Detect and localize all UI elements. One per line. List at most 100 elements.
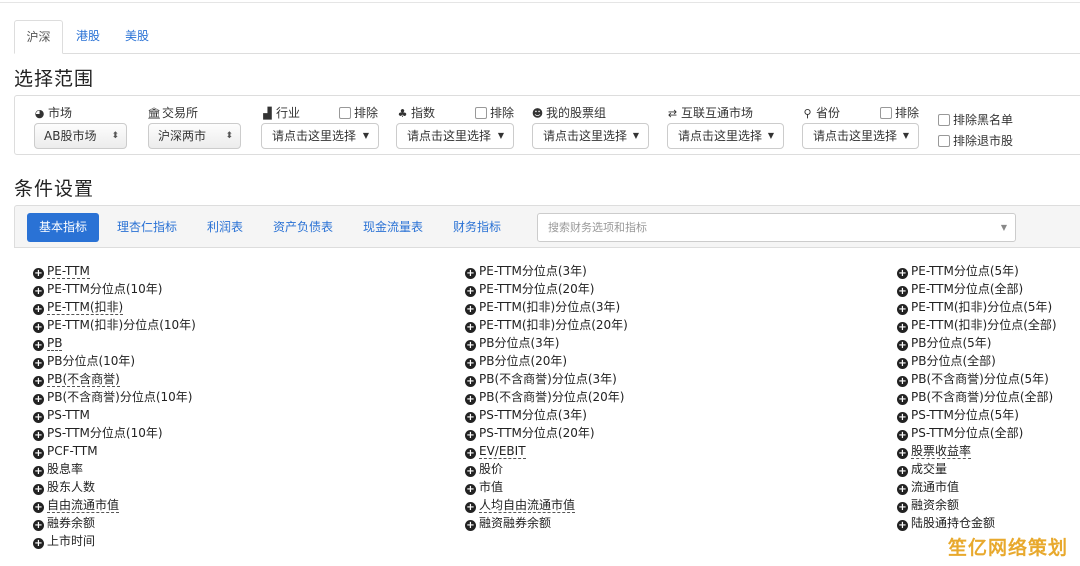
indicator-item[interactable]: + 人均自由流通市值 (465, 496, 628, 514)
indicator-item[interactable]: + 陆股通持仓金额 (897, 514, 1057, 532)
plus-circle-icon[interactable]: + (465, 286, 476, 297)
industry-exclude[interactable]: 排除 (339, 104, 378, 121)
plus-circle-icon[interactable]: + (33, 430, 44, 441)
indicator-item[interactable]: + 市值 (465, 478, 628, 496)
indicator-item[interactable]: + PS-TTM分位点(全部) (897, 424, 1057, 442)
province-exclude[interactable]: 排除 (880, 104, 919, 121)
indicator-item[interactable]: + PE-TTM(扣非)分位点(3年) (465, 298, 628, 316)
tab-financial[interactable]: 财务指标 (453, 213, 501, 242)
plus-circle-icon[interactable]: + (897, 322, 908, 333)
indicator-item[interactable]: + PE-TTM分位点(全部) (897, 280, 1057, 298)
tab-cashflow[interactable]: 现金流量表 (363, 213, 423, 242)
plus-circle-icon[interactable]: + (465, 520, 476, 531)
indicator-item[interactable]: + 融资余额 (897, 496, 1057, 514)
plus-circle-icon[interactable]: + (897, 484, 908, 495)
plus-circle-icon[interactable]: + (33, 340, 44, 351)
plus-circle-icon[interactable]: + (465, 322, 476, 333)
indicator-item[interactable]: + PCF-TTM (33, 442, 196, 460)
indicator-item[interactable]: + PE-TTM(扣非)分位点(全部) (897, 316, 1057, 334)
indicator-item[interactable]: + PB(不含商誉) (33, 370, 196, 388)
plus-circle-icon[interactable]: + (897, 412, 908, 423)
plus-circle-icon[interactable]: + (897, 286, 908, 297)
plus-circle-icon[interactable]: + (33, 502, 44, 513)
indicator-item[interactable]: + 流通市值 (897, 478, 1057, 496)
plus-circle-icon[interactable]: + (33, 394, 44, 405)
plus-circle-icon[interactable]: + (465, 466, 476, 477)
tab-hk[interactable]: 港股 (71, 20, 105, 54)
indicator-item[interactable]: + 上市时间 (33, 532, 196, 550)
plus-circle-icon[interactable]: + (33, 268, 44, 279)
indicator-item[interactable]: + EV/EBIT (465, 442, 628, 460)
tab-hushen[interactable]: 沪深 (14, 20, 63, 54)
indicator-item[interactable]: + PS-TTM分位点(10年) (33, 424, 196, 442)
exchange-select[interactable]: 沪深两市 ⬍ (148, 123, 241, 149)
checkbox[interactable] (339, 107, 351, 119)
plus-circle-icon[interactable]: + (33, 538, 44, 549)
plus-circle-icon[interactable]: + (897, 448, 908, 459)
mystock-dropdown[interactable]: 请点击这里选择 ▼ (532, 123, 649, 149)
indicator-item[interactable]: + PB(不含商誉)分位点(全部) (897, 388, 1057, 406)
plus-circle-icon[interactable]: + (897, 304, 908, 315)
indicator-item[interactable]: + PE-TTM (33, 262, 196, 280)
indicator-item[interactable]: + PE-TTM分位点(5年) (897, 262, 1057, 280)
indicator-item[interactable]: + 股息率 (33, 460, 196, 478)
indicator-item[interactable]: + 成交量 (897, 460, 1057, 478)
indicator-item[interactable]: + 融资融券余额 (465, 514, 628, 532)
indicator-item[interactable]: + PB (33, 334, 196, 352)
indicator-item[interactable]: + PB(不含商誉)分位点(10年) (33, 388, 196, 406)
checkbox[interactable] (475, 107, 487, 119)
checkbox[interactable] (880, 107, 892, 119)
indicator-item[interactable]: + PB分位点(全部) (897, 352, 1057, 370)
indicator-item[interactable]: + PB(不含商誉)分位点(5年) (897, 370, 1057, 388)
plus-circle-icon[interactable]: + (897, 502, 908, 513)
tab-basic[interactable]: 基本指标 (27, 213, 100, 242)
plus-circle-icon[interactable]: + (465, 430, 476, 441)
indicator-item[interactable]: + PE-TTM(扣非)分位点(5年) (897, 298, 1057, 316)
indicator-item[interactable]: + PB分位点(5年) (897, 334, 1057, 352)
plus-circle-icon[interactable]: + (33, 322, 44, 333)
indicator-item[interactable]: + PB分位点(3年) (465, 334, 628, 352)
indicator-item[interactable]: + PB(不含商誉)分位点(20年) (465, 388, 628, 406)
plus-circle-icon[interactable]: + (465, 448, 476, 459)
tab-us[interactable]: 美股 (120, 20, 154, 54)
plus-circle-icon[interactable]: + (465, 376, 476, 387)
plus-circle-icon[interactable]: + (897, 466, 908, 477)
plus-circle-icon[interactable]: + (465, 412, 476, 423)
indicator-item[interactable]: + PE-TTM分位点(3年) (465, 262, 628, 280)
plus-circle-icon[interactable]: + (897, 430, 908, 441)
exclude-blacklist[interactable]: 排除黑名单 (938, 111, 1013, 128)
indicator-item[interactable]: + PE-TTM(扣非)分位点(20年) (465, 316, 628, 334)
indicator-item[interactable]: + PE-TTM(扣非) (33, 298, 196, 316)
plus-circle-icon[interactable]: + (897, 268, 908, 279)
connect-dropdown[interactable]: 请点击这里选择 ▼ (667, 123, 784, 149)
indicator-item[interactable]: + 股票收益率 (897, 442, 1057, 460)
indicator-item[interactable]: + PS-TTM分位点(5年) (897, 406, 1057, 424)
index-dropdown[interactable]: 请点击这里选择 ▼ (396, 123, 514, 149)
plus-circle-icon[interactable]: + (897, 340, 908, 351)
market-select[interactable]: AB股市场 ⬍ (34, 123, 127, 149)
checkbox[interactable] (938, 135, 950, 147)
indicator-item[interactable]: + PS-TTM (33, 406, 196, 424)
indicator-item[interactable]: + 自由流通市值 (33, 496, 196, 514)
plus-circle-icon[interactable]: + (465, 340, 476, 351)
tab-income[interactable]: 利润表 (207, 213, 243, 242)
indicator-item[interactable]: + PE-TTM(扣非)分位点(10年) (33, 316, 196, 334)
index-exclude[interactable]: 排除 (475, 104, 514, 121)
indicator-item[interactable]: + 融券余额 (33, 514, 196, 532)
plus-circle-icon[interactable]: + (33, 358, 44, 369)
plus-circle-icon[interactable]: + (465, 268, 476, 279)
plus-circle-icon[interactable]: + (33, 520, 44, 531)
plus-circle-icon[interactable]: + (465, 358, 476, 369)
search-input[interactable]: 搜索财务选项和指标 ▼ (537, 213, 1016, 242)
plus-circle-icon[interactable]: + (33, 376, 44, 387)
indicator-item[interactable]: + PE-TTM分位点(10年) (33, 280, 196, 298)
plus-circle-icon[interactable]: + (33, 286, 44, 297)
exclude-delisted[interactable]: 排除退市股 (938, 132, 1013, 149)
plus-circle-icon[interactable]: + (465, 502, 476, 513)
plus-circle-icon[interactable]: + (465, 304, 476, 315)
indicator-item[interactable]: + 股价 (465, 460, 628, 478)
plus-circle-icon[interactable]: + (897, 394, 908, 405)
checkbox[interactable] (938, 114, 950, 126)
plus-circle-icon[interactable]: + (33, 466, 44, 477)
plus-circle-icon[interactable]: + (465, 394, 476, 405)
